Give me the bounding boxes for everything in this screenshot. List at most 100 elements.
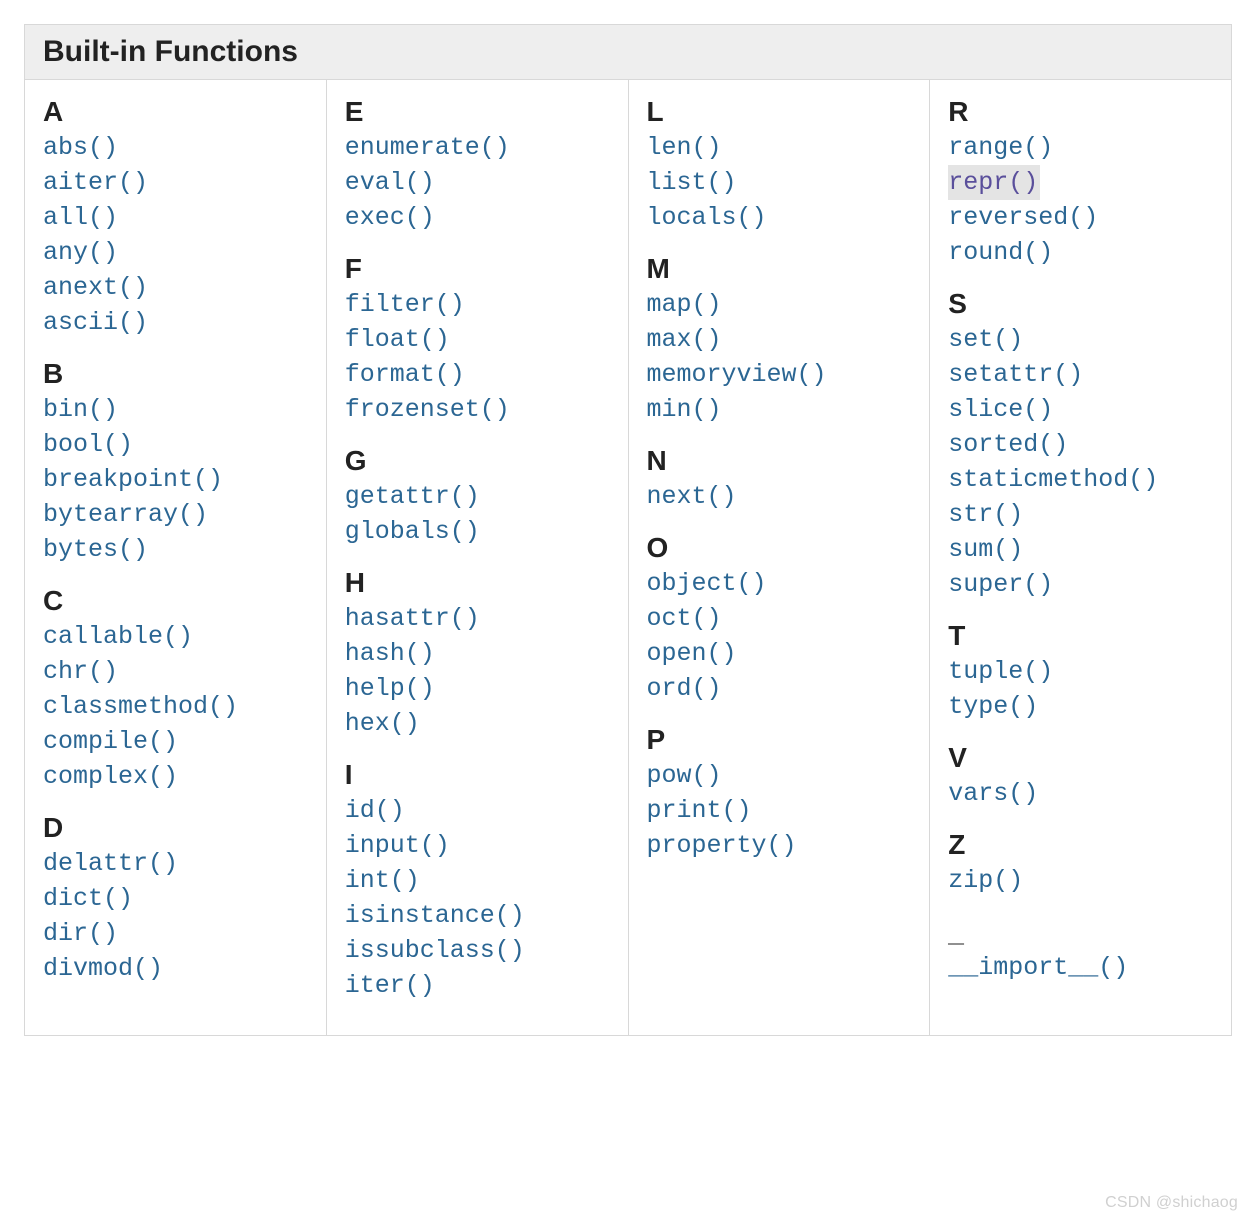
function-link[interactable]: callable() — [43, 619, 308, 654]
section-heading: V — [948, 742, 1213, 774]
function-link[interactable]: bytearray() — [43, 497, 308, 532]
section: Sset()setattr()slice()sorted()staticmeth… — [948, 288, 1213, 602]
function-link[interactable]: input() — [345, 828, 610, 863]
function-link[interactable]: map() — [647, 287, 912, 322]
function-link[interactable]: open() — [647, 636, 912, 671]
function-link[interactable]: complex() — [43, 759, 308, 794]
function-link[interactable]: all() — [43, 200, 308, 235]
section: Mmap()max()memoryview()min() — [647, 253, 912, 427]
function-link[interactable]: hasattr() — [345, 601, 610, 636]
function-link[interactable]: sum() — [948, 532, 1213, 567]
function-link[interactable]: any() — [43, 235, 308, 270]
function-link[interactable]: memoryview() — [647, 357, 912, 392]
function-link[interactable]: staticmethod() — [948, 462, 1213, 497]
function-link[interactable]: float() — [345, 322, 610, 357]
section-heading: _ — [948, 916, 1213, 948]
function-link[interactable]: list() — [647, 165, 912, 200]
section-heading: Z — [948, 829, 1213, 861]
function-link[interactable]: isinstance() — [345, 898, 610, 933]
function-link[interactable]: setattr() — [948, 357, 1213, 392]
function-link[interactable]: issubclass() — [345, 933, 610, 968]
function-link[interactable]: classmethod() — [43, 689, 308, 724]
function-link[interactable]: bytes() — [43, 532, 308, 567]
function-link[interactable]: int() — [345, 863, 610, 898]
section-heading: B — [43, 358, 308, 390]
function-link[interactable]: globals() — [345, 514, 610, 549]
section-heading: H — [345, 567, 610, 599]
function-link[interactable]: hash() — [345, 636, 610, 671]
builtins-panel: Built-in Functions Aabs()aiter()all()any… — [24, 24, 1232, 1036]
section-heading: I — [345, 759, 610, 791]
section-heading: O — [647, 532, 912, 564]
function-link[interactable]: dir() — [43, 916, 308, 951]
section-heading: E — [345, 96, 610, 128]
function-link[interactable]: compile() — [43, 724, 308, 759]
function-link[interactable]: print() — [647, 793, 912, 828]
section: Vvars() — [948, 742, 1213, 811]
section: ___import__() — [948, 916, 1213, 985]
section-heading: C — [43, 585, 308, 617]
function-link[interactable]: set() — [948, 322, 1213, 357]
section-heading: R — [948, 96, 1213, 128]
function-link[interactable]: slice() — [948, 392, 1213, 427]
function-link[interactable]: hex() — [345, 706, 610, 741]
function-link[interactable]: exec() — [345, 200, 610, 235]
function-link[interactable]: object() — [647, 566, 912, 601]
function-link[interactable]: chr() — [43, 654, 308, 689]
function-link[interactable]: len() — [647, 130, 912, 165]
function-link[interactable]: breakpoint() — [43, 462, 308, 497]
function-link[interactable]: round() — [948, 235, 1213, 270]
function-link[interactable]: eval() — [345, 165, 610, 200]
function-link[interactable]: anext() — [43, 270, 308, 305]
section: Oobject()oct()open()ord() — [647, 532, 912, 706]
section: Ffilter()float()format()frozenset() — [345, 253, 610, 427]
section: Nnext() — [647, 445, 912, 514]
function-link[interactable]: vars() — [948, 776, 1213, 811]
function-link[interactable]: abs() — [43, 130, 308, 165]
function-link[interactable]: ord() — [647, 671, 912, 706]
function-link[interactable]: getattr() — [345, 479, 610, 514]
panel-title: Built-in Functions — [25, 25, 1231, 80]
function-link[interactable]: delattr() — [43, 846, 308, 881]
function-link[interactable]: tuple() — [948, 654, 1213, 689]
function-link[interactable]: format() — [345, 357, 610, 392]
function-link[interactable]: frozenset() — [345, 392, 610, 427]
function-link[interactable]: dict() — [43, 881, 308, 916]
function-link[interactable]: type() — [948, 689, 1213, 724]
section-heading: L — [647, 96, 912, 128]
section-heading: N — [647, 445, 912, 477]
section: Ddelattr()dict()dir()divmod() — [43, 812, 308, 986]
page-wrapper: Built-in Functions Aabs()aiter()all()any… — [0, 0, 1256, 1060]
watermark-text: CSDN @shichaog — [1105, 1194, 1238, 1212]
function-link[interactable]: range() — [948, 130, 1213, 165]
function-link[interactable]: iter() — [345, 968, 610, 1003]
function-link[interactable]: property() — [647, 828, 912, 863]
function-link[interactable]: max() — [647, 322, 912, 357]
function-link[interactable]: super() — [948, 567, 1213, 602]
section-heading: T — [948, 620, 1213, 652]
function-link[interactable]: filter() — [345, 287, 610, 322]
function-link[interactable]: help() — [345, 671, 610, 706]
section: Iid()input()int()isinstance()issubclass(… — [345, 759, 610, 1003]
function-link[interactable]: pow() — [647, 758, 912, 793]
function-link[interactable]: sorted() — [948, 427, 1213, 462]
function-link[interactable]: locals() — [647, 200, 912, 235]
function-link[interactable]: enumerate() — [345, 130, 610, 165]
function-link[interactable]: reversed() — [948, 200, 1213, 235]
function-link[interactable]: str() — [948, 497, 1213, 532]
column: Eenumerate()eval()exec() Ffilter()float()… — [327, 80, 629, 1035]
section: Aabs()aiter()all()any()anext()ascii() — [43, 96, 308, 340]
function-link[interactable]: zip() — [948, 863, 1213, 898]
function-link[interactable]: bin() — [43, 392, 308, 427]
function-link[interactable]: next() — [647, 479, 912, 514]
function-link[interactable]: oct() — [647, 601, 912, 636]
function-link[interactable]: bool() — [43, 427, 308, 462]
function-link[interactable]: __import__() — [948, 950, 1213, 985]
function-link[interactable]: aiter() — [43, 165, 308, 200]
section-heading: P — [647, 724, 912, 756]
function-link[interactable]: id() — [345, 793, 610, 828]
function-link[interactable]: min() — [647, 392, 912, 427]
function-link[interactable]: divmod() — [43, 951, 308, 986]
function-link[interactable]: repr() — [948, 165, 1040, 200]
function-link[interactable]: ascii() — [43, 305, 308, 340]
